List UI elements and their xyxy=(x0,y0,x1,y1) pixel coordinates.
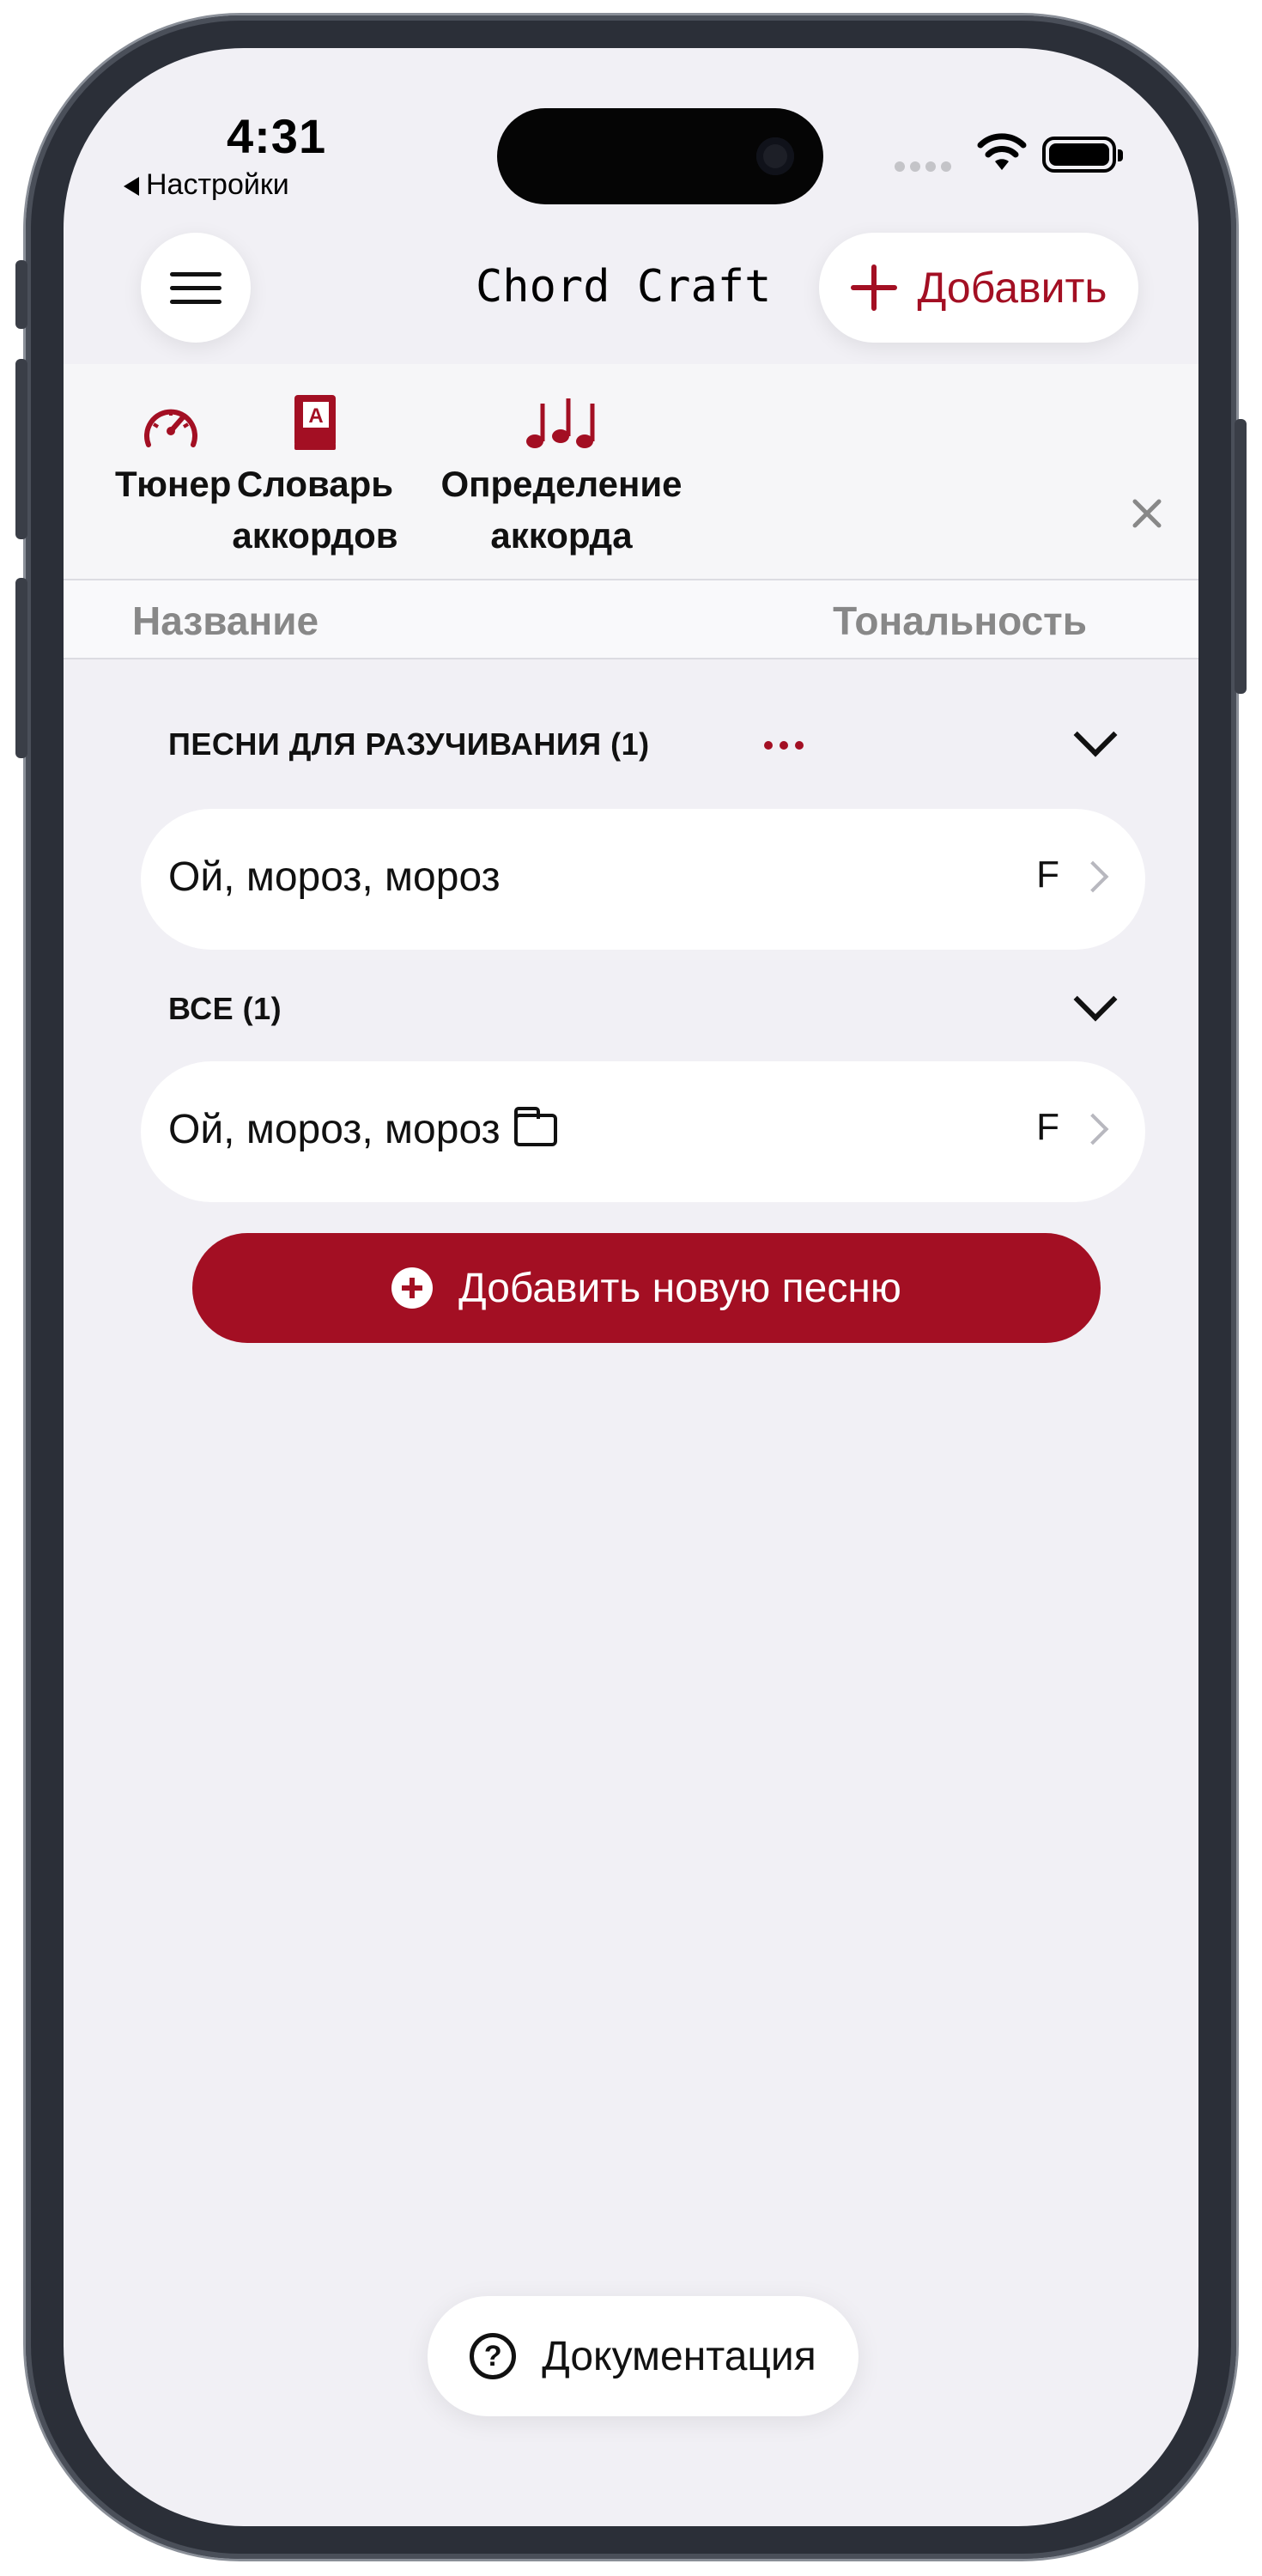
wifi-icon xyxy=(977,133,1027,170)
volume-down-button xyxy=(15,578,27,758)
back-to-settings-link[interactable]: Настройки xyxy=(124,168,289,202)
back-label: Настройки xyxy=(146,168,289,201)
app-title: Chord Craft xyxy=(476,261,772,313)
song-row[interactable]: Ой, мороз, мороз F xyxy=(141,809,1145,950)
plus-circle-icon xyxy=(391,1267,434,1309)
dictionary-book-icon: A xyxy=(294,395,336,450)
volume-up-button xyxy=(15,359,27,539)
plus-icon xyxy=(850,264,897,311)
song-key: F xyxy=(1036,1106,1059,1148)
power-button xyxy=(1235,419,1247,694)
chevron-down-icon[interactable] xyxy=(1073,713,1118,757)
menu-button[interactable] xyxy=(141,233,251,343)
song-title: Ой, мороз, мороз xyxy=(168,854,501,900)
tool-label-line1: Словарь xyxy=(236,464,394,504)
tool-label-line1: Определение xyxy=(440,464,683,504)
add-new-song-label: Добавить новую песню xyxy=(458,1265,901,1311)
section-title-learning: ПЕСНИ ДЛЯ РАЗУЧИВАНИЯ (1) xyxy=(168,726,650,762)
tool-chord-dictionary[interactable]: A Словарь аккордов xyxy=(216,392,414,562)
speedometer-icon xyxy=(144,409,197,447)
column-key[interactable]: Тональность xyxy=(833,598,1087,644)
battery-icon xyxy=(1042,137,1123,173)
documentation-button[interactable]: ? Документация xyxy=(428,2296,859,2416)
status-time: 4:31 xyxy=(227,109,327,163)
column-header: Название Тональность xyxy=(64,580,1198,659)
camera-icon xyxy=(756,137,794,175)
screen: 4:31 Настройки Chord Craft Добавить Тюне… xyxy=(64,48,1198,2526)
tool-tuner[interactable]: Тюнер xyxy=(115,398,231,510)
song-row[interactable]: Ой, мороз, мороз F xyxy=(141,1061,1145,1202)
dynamic-island xyxy=(497,108,823,204)
folder-icon xyxy=(513,1107,557,1146)
question-circle-icon: ? xyxy=(470,2333,517,2379)
chevron-right-icon xyxy=(1077,860,1109,893)
tool-label-line2: аккорда xyxy=(490,515,633,556)
status-bar: 4:31 Настройки xyxy=(64,48,1198,211)
music-notes-icon xyxy=(526,398,595,448)
tool-label: Тюнер xyxy=(115,464,232,504)
tools-bar: Тюнер A Словарь аккордов Определение акк… xyxy=(64,364,1198,580)
song-title: Ой, мороз, мороз xyxy=(168,1107,501,1152)
svg-text:A: A xyxy=(308,404,323,428)
add-button[interactable]: Добавить xyxy=(819,233,1138,343)
more-options-icon[interactable] xyxy=(764,738,810,754)
back-arrow-icon xyxy=(124,177,139,197)
mute-switch xyxy=(15,260,27,329)
song-title-wrap: Ой, мороз, мороз xyxy=(168,1106,557,1153)
section-title-all: ВСЕ (1) xyxy=(168,991,282,1026)
add-new-song-button[interactable]: Добавить новую песню xyxy=(192,1233,1101,1343)
chevron-right-icon xyxy=(1077,1113,1109,1145)
song-key: F xyxy=(1036,854,1059,896)
column-name[interactable]: Название xyxy=(132,598,319,644)
add-button-label: Добавить xyxy=(917,264,1107,312)
close-icon[interactable] xyxy=(1128,495,1166,532)
cellular-signal-icon xyxy=(895,161,956,176)
documentation-label: Документация xyxy=(542,2333,816,2379)
tool-label-line2: аккордов xyxy=(232,515,398,556)
chevron-down-icon[interactable] xyxy=(1073,977,1118,1022)
phone-frame: 4:31 Настройки Chord Craft Добавить Тюне… xyxy=(15,15,1247,2559)
tool-chord-detection[interactable]: Определение аккорда xyxy=(424,392,699,562)
